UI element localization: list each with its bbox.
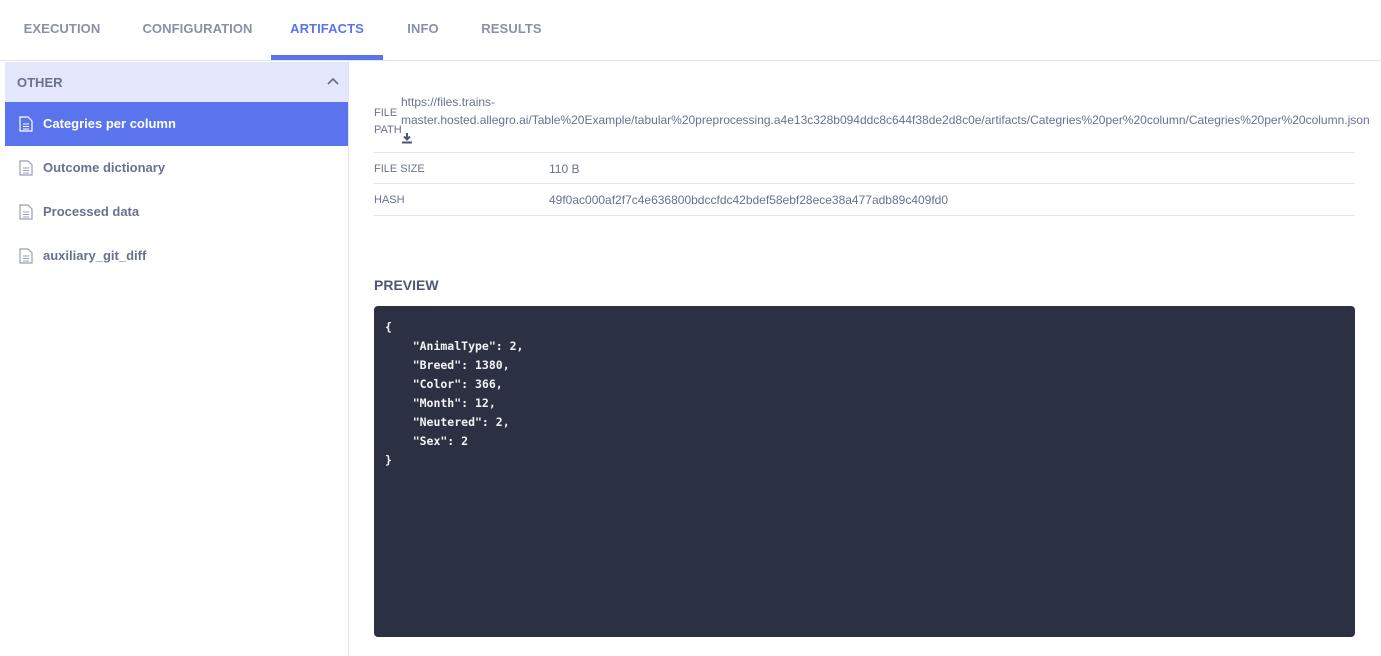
file-path-row: FILE PATH https://files.trains- master.h…: [374, 61, 1370, 153]
tab-configuration[interactable]: CONFIGURATION: [124, 0, 271, 60]
file-size-label: FILE SIZE: [374, 163, 425, 175]
preview-title: PREVIEW: [374, 277, 439, 293]
tab-results[interactable]: RESULTS: [463, 0, 560, 60]
file-path-label: FILE PATH: [374, 105, 402, 139]
preview-panel[interactable]: { "AnimalType": 2, "Breed": 1380, "Color…: [374, 306, 1355, 637]
artifacts-sidebar: OTHER Categries per column Outcome dicti…: [0, 61, 349, 656]
document-icon: [19, 160, 33, 176]
tab-bar: EXECUTION CONFIGURATION ARTIFACTS INFO R…: [0, 0, 1381, 61]
file-path-value: https://files.trains- master.hosted.alle…: [401, 93, 1381, 149]
download-icon[interactable]: [401, 131, 413, 144]
section-header-other[interactable]: OTHER: [5, 62, 348, 102]
sidebar-item-label: auxiliary_git_diff: [43, 248, 147, 263]
sidebar-item-processed-data[interactable]: Processed data: [5, 190, 348, 234]
file-path-line2[interactable]: master.hosted.allegro.ai/Table%20Example…: [401, 113, 1370, 127]
hash-label: HASH: [374, 194, 405, 206]
document-icon: [19, 204, 33, 220]
hash-row: HASH 49f0ac000af2f7c4e636800bdccfdc42bde…: [374, 184, 1355, 216]
chevron-up-icon[interactable]: [326, 75, 340, 89]
file-size-value: 110 B: [549, 162, 580, 176]
document-icon: [19, 116, 33, 132]
sidebar-item-label: Outcome dictionary: [43, 160, 166, 175]
hash-value: 49f0ac000af2f7c4e636800bdccfdc42bdef58eb…: [549, 193, 949, 207]
sidebar-item-label: Categries per column: [43, 116, 176, 131]
tab-execution[interactable]: EXECUTION: [0, 0, 124, 60]
file-path-label-line2: PATH: [374, 124, 402, 136]
file-path-line1: https://files.trains-: [401, 95, 496, 109]
file-path-label-line1: FILE: [374, 107, 398, 119]
section-title: OTHER: [17, 75, 63, 90]
tab-artifacts[interactable]: ARTIFACTS: [271, 0, 383, 60]
sidebar-item-categries-per-column[interactable]: Categries per column: [5, 102, 348, 146]
document-icon: [19, 248, 33, 264]
file-size-row: FILE SIZE 110 B: [374, 153, 1355, 184]
preview-content: { "AnimalType": 2, "Breed": 1380, "Color…: [385, 320, 524, 467]
sidebar-item-label: Processed data: [43, 204, 140, 219]
artifact-details: FILE PATH https://files.trains- master.h…: [374, 61, 1370, 656]
tab-info[interactable]: INFO: [383, 0, 463, 60]
sidebar-item-outcome-dictionary[interactable]: Outcome dictionary: [5, 146, 348, 190]
sidebar-item-auxiliary-git-diff[interactable]: auxiliary_git_diff: [5, 234, 348, 278]
